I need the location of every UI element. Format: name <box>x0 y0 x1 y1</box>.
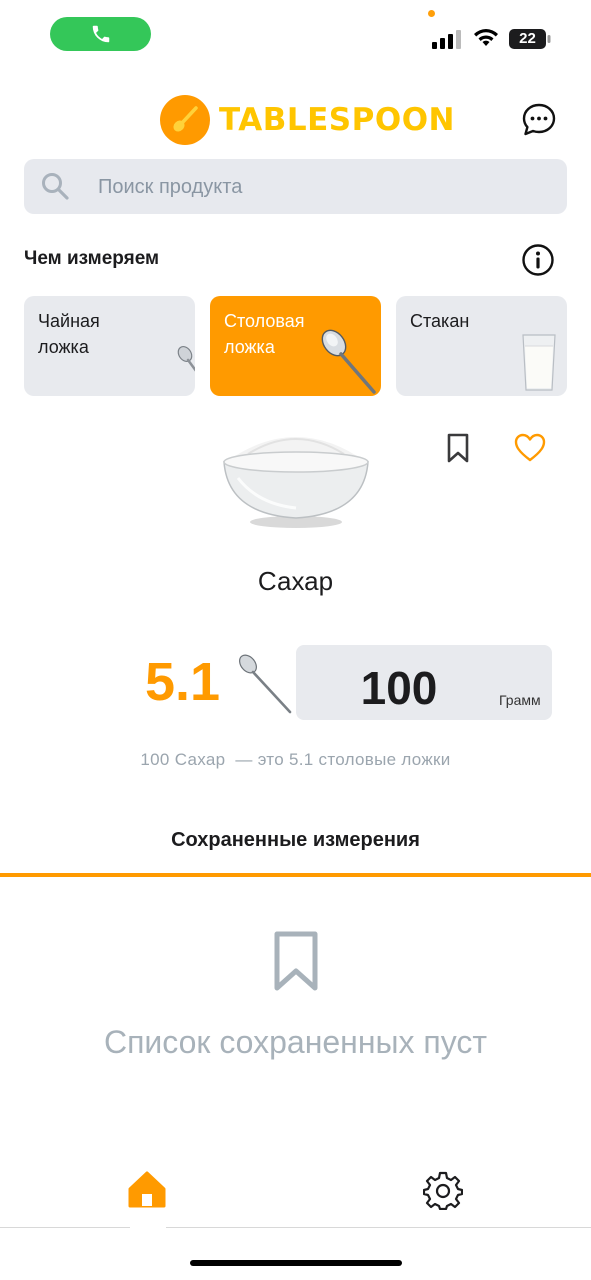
measure-option-label: Стакан <box>410 311 470 331</box>
tablespoon-icon <box>321 329 376 394</box>
chat-icon[interactable] <box>520 101 558 139</box>
home-icon[interactable] <box>126 1168 168 1210</box>
product-name: Сахар <box>257 566 334 596</box>
gear-icon[interactable] <box>423 1170 463 1210</box>
search-input[interactable] <box>98 172 538 202</box>
conversion-summary: 100 Сахар — это 5.1 столовые ложки <box>140 750 451 769</box>
privacy-indicator-dot <box>428 10 435 17</box>
cellular-signal-icon <box>432 30 461 49</box>
info-icon[interactable] <box>521 243 555 277</box>
measure-option-teaspoon[interactable]: Чайная ложка <box>24 296 195 396</box>
nav-divider <box>0 1227 130 1228</box>
measure-section-title: Чем измеряем <box>24 248 160 269</box>
teaspoon-icon <box>177 345 195 372</box>
quantity-unit: Грамм <box>499 692 541 708</box>
app-logo-text: TABLESPOON <box>219 102 455 138</box>
saved-empty-message: Список сохраненных пуст <box>103 1024 488 1060</box>
phone-icon <box>92 25 109 43</box>
spoon-logo-icon <box>173 106 198 132</box>
glass-of-milk-icon <box>522 334 556 391</box>
battery-indicator: 22 <box>509 28 551 50</box>
active-call-pill[interactable] <box>50 17 151 51</box>
sugar-bowl-image <box>223 437 369 528</box>
result-value: 5.1 <box>145 652 221 712</box>
measure-option-tablespoon[interactable]: Столовая ложка <box>210 296 381 396</box>
heart-icon[interactable] <box>513 432 547 464</box>
wifi-icon <box>474 29 498 46</box>
quantity-value[interactable]: 100 <box>296 660 502 716</box>
bookmark-empty-icon <box>274 931 318 991</box>
logo-icon <box>160 95 210 145</box>
home-indicator <box>190 1260 402 1266</box>
nav-divider <box>166 1227 591 1228</box>
tab-underline <box>0 873 591 877</box>
search-icon <box>42 173 69 200</box>
measure-option-label: Чайная ложка <box>38 311 100 357</box>
tab-saved-measurements[interactable]: Сохраненные измерения <box>0 829 591 852</box>
measure-option-glass[interactable]: Стакан <box>396 296 567 396</box>
tablespoon-icon <box>239 654 292 714</box>
bookmark-icon[interactable] <box>443 432 473 464</box>
battery-level: 22 <box>519 30 536 47</box>
